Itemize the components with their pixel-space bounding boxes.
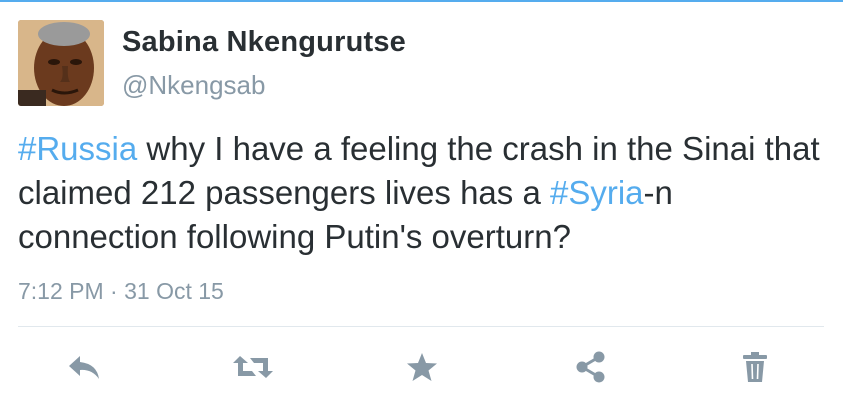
- star-icon: [407, 353, 437, 381]
- tweet-text: #Russia why I have a feeling the crash i…: [18, 127, 833, 259]
- timestamp-separator: ·: [103, 278, 125, 304]
- user-handle[interactable]: @Nkengsab: [122, 70, 265, 101]
- retweet-button[interactable]: [231, 345, 275, 389]
- tweet-text-part-1: why I have a feeling the crash in the Si…: [18, 130, 820, 211]
- reply-icon: [69, 356, 99, 379]
- tweet-time: 7:12 PM: [18, 278, 104, 304]
- tweet-date: 31 Oct 15: [124, 278, 224, 304]
- delete-button[interactable]: [733, 345, 777, 389]
- user-name[interactable]: Sabina Nkengurutse: [122, 26, 406, 59]
- profile-photo: [18, 20, 104, 106]
- share-icon: [576, 351, 605, 383]
- share-button[interactable]: [569, 345, 613, 389]
- top-accent-line: [0, 0, 843, 2]
- avatar[interactable]: [18, 20, 104, 106]
- hashtag-russia[interactable]: #Russia: [18, 130, 137, 167]
- hashtag-syria[interactable]: #Syria: [550, 174, 644, 211]
- divider: [18, 326, 824, 327]
- favorite-button[interactable]: [400, 345, 444, 389]
- trash-icon: [743, 352, 767, 382]
- retweet-icon: [233, 356, 273, 378]
- tweet-timestamp: 7:12 PM · 31 Oct 15: [18, 278, 224, 305]
- reply-button[interactable]: [62, 345, 106, 389]
